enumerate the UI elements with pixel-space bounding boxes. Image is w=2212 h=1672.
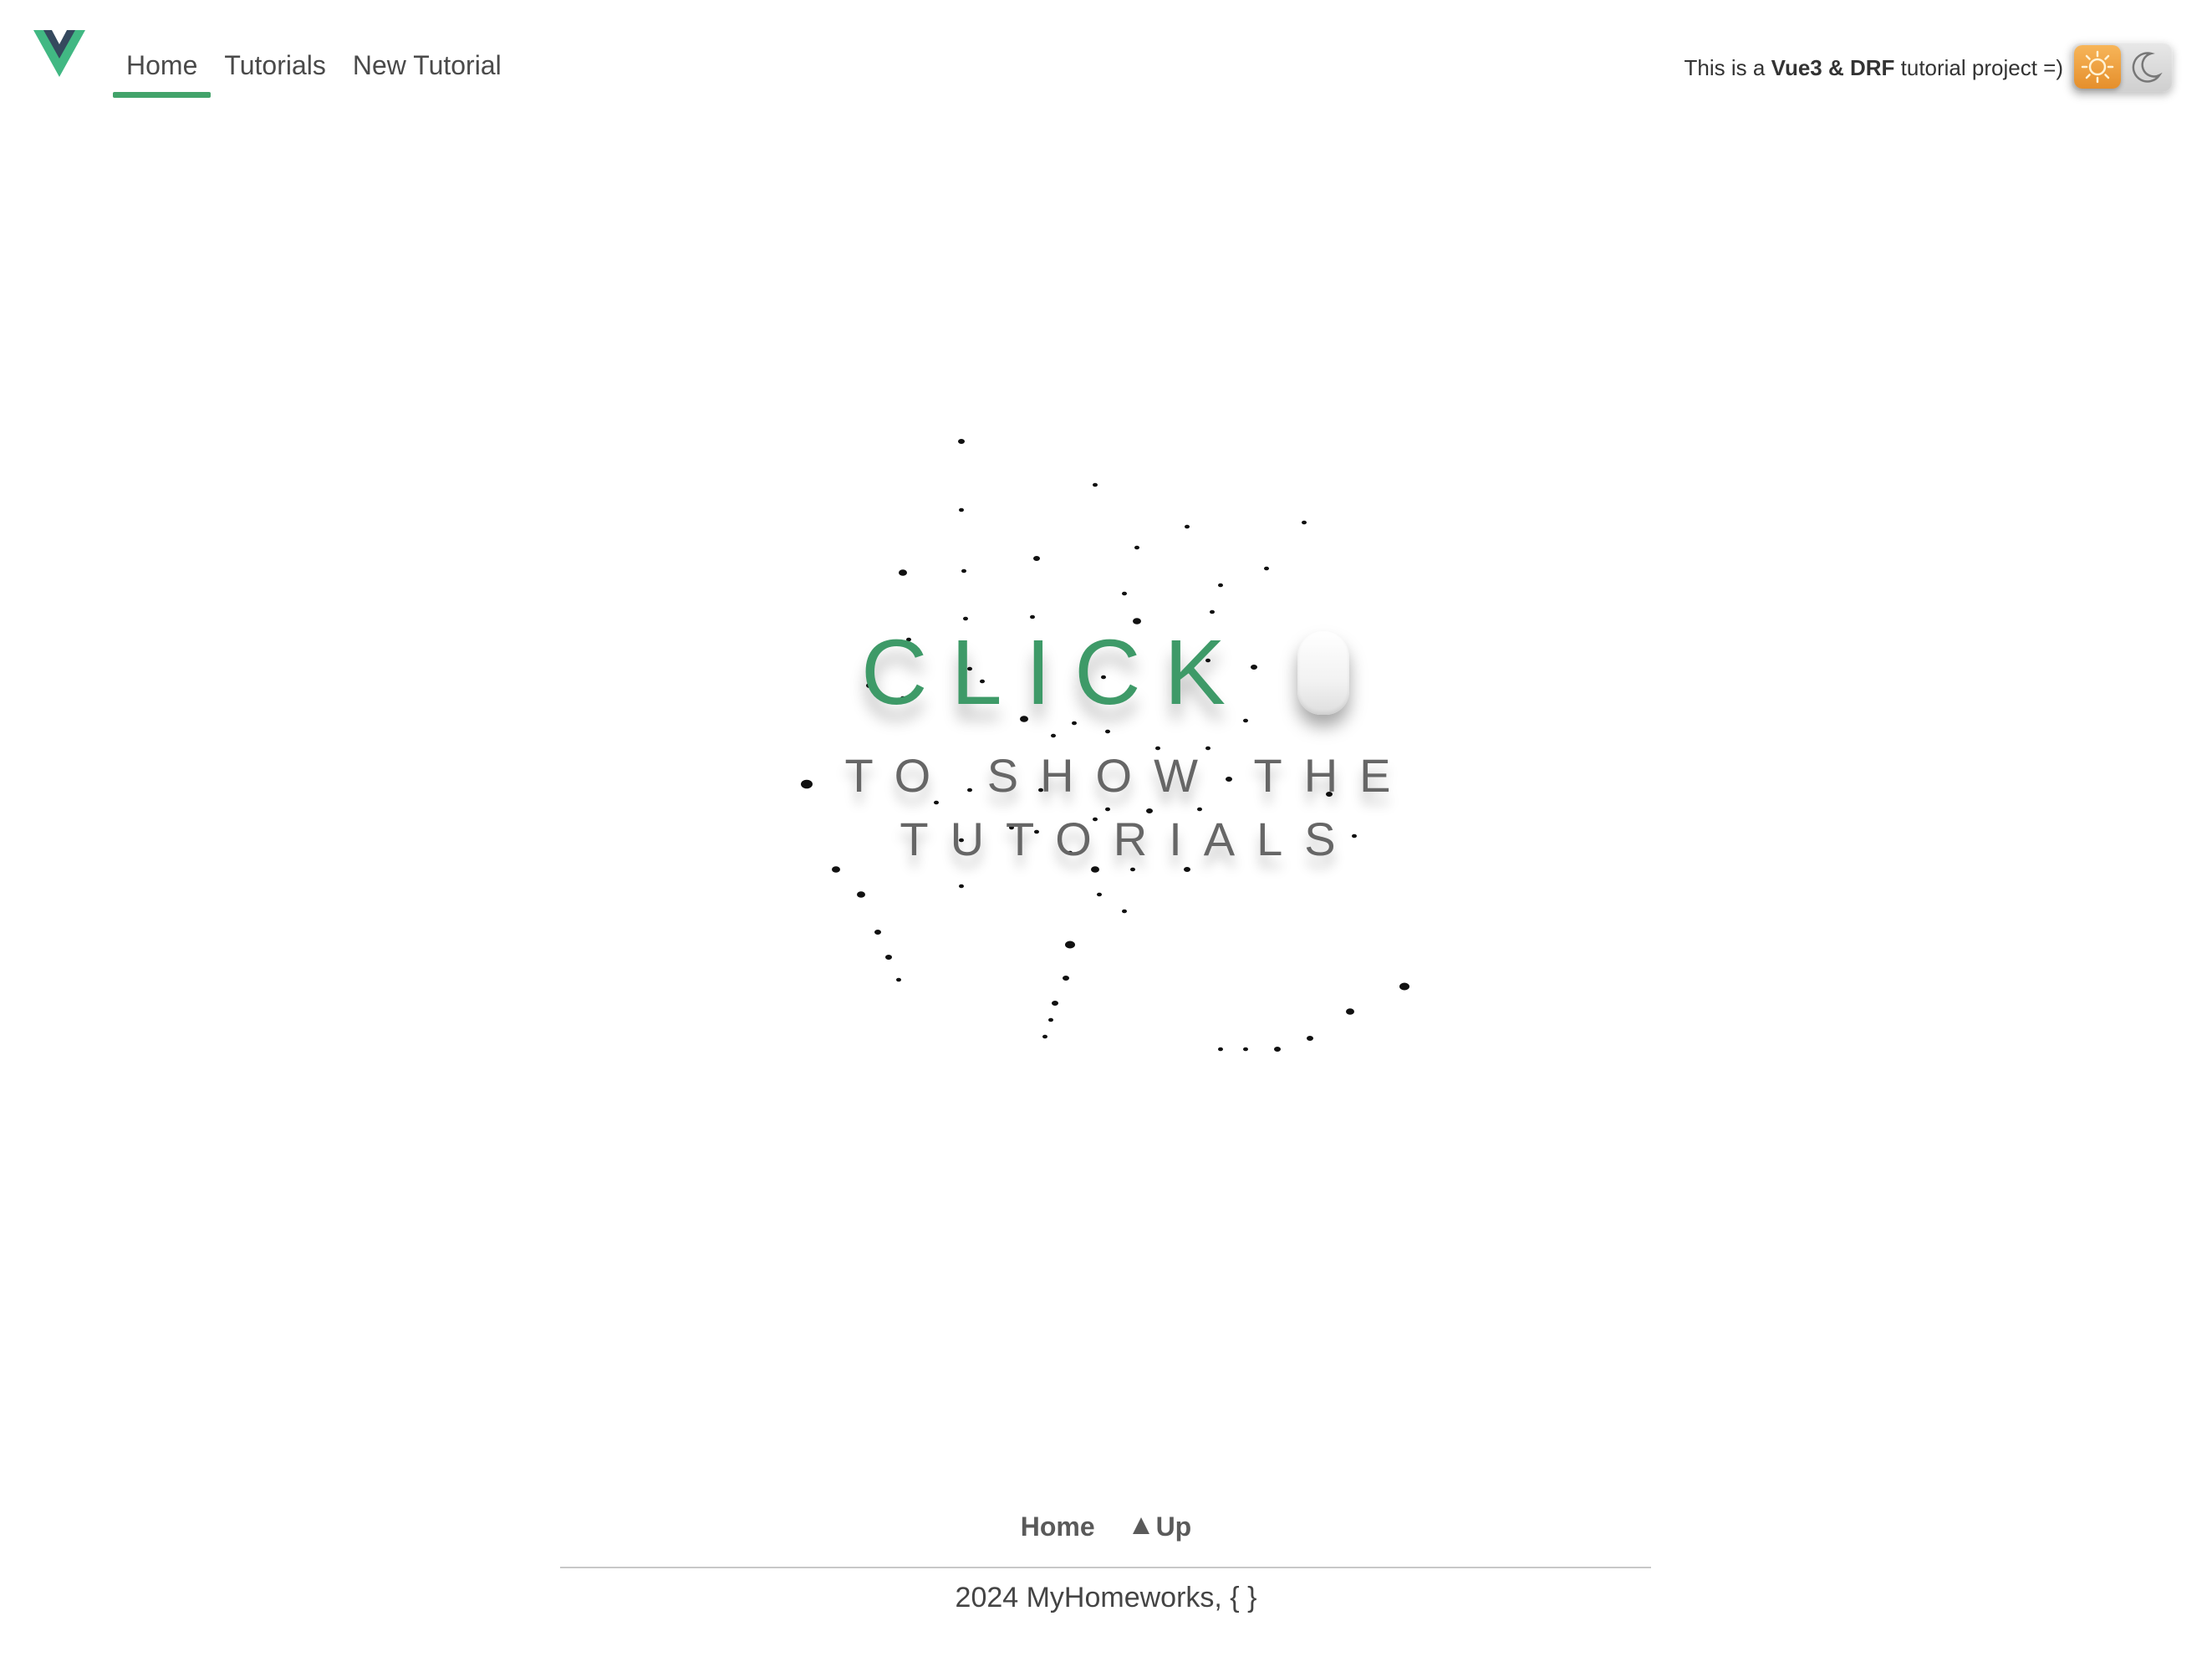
hero-subtitle-line1: TO SHOW THE bbox=[844, 749, 1413, 802]
header: Home Tutorials New Tutorial This is a Vu… bbox=[0, 0, 2212, 109]
particle-dot bbox=[885, 955, 892, 960]
nav-home[interactable]: Home bbox=[113, 43, 212, 98]
main-nav: Home Tutorials New Tutorial bbox=[113, 43, 515, 98]
particle-dot bbox=[1399, 982, 1409, 991]
particle-dot bbox=[1243, 1047, 1248, 1052]
tagline-bold: Vue3 & DRF bbox=[1771, 55, 1895, 80]
up-arrow-icon bbox=[1132, 1517, 1149, 1534]
particle-dot bbox=[1051, 733, 1056, 738]
theme-toggle[interactable] bbox=[2071, 42, 2173, 92]
particle-dot bbox=[1030, 614, 1035, 619]
particle-dot bbox=[1307, 1036, 1313, 1041]
particle-dot bbox=[1302, 520, 1307, 525]
click-to-show-button[interactable]: CLICK bbox=[861, 627, 1349, 719]
particle-dot bbox=[1130, 867, 1135, 872]
particle-dot bbox=[857, 891, 865, 898]
particle-dot bbox=[1197, 807, 1202, 812]
footer-up-label: Up bbox=[1155, 1511, 1192, 1542]
particle-dot bbox=[899, 569, 907, 576]
click-label: CLICK bbox=[861, 621, 1249, 724]
particle-dot bbox=[1184, 867, 1190, 872]
particle-dot bbox=[1346, 1008, 1354, 1015]
nav-new-tutorial[interactable]: New Tutorial bbox=[339, 43, 515, 98]
particle-dot bbox=[1093, 482, 1098, 487]
particle-dot bbox=[1105, 807, 1110, 812]
particle-dot bbox=[1185, 524, 1190, 529]
particle-dot bbox=[1065, 940, 1075, 949]
particle-dot bbox=[1218, 583, 1223, 588]
particle-dot bbox=[1042, 1034, 1047, 1039]
mouse-icon bbox=[1297, 631, 1349, 715]
particle-dot bbox=[959, 884, 964, 889]
sun-icon bbox=[2081, 50, 2114, 84]
particle-dot bbox=[896, 977, 901, 982]
tagline-suffix: tutorial project =) bbox=[1894, 55, 2063, 80]
particle-dot bbox=[1218, 1047, 1223, 1052]
vue-logo[interactable] bbox=[33, 30, 85, 80]
particle-dot bbox=[1264, 566, 1269, 571]
particle-dot bbox=[961, 568, 966, 573]
particle-dot bbox=[1091, 866, 1099, 873]
particle-dot bbox=[1210, 609, 1215, 614]
footer-links: Home Up bbox=[0, 1511, 2212, 1542]
nav-tutorials[interactable]: Tutorials bbox=[211, 43, 339, 98]
page: Home Tutorials New Tutorial This is a Vu… bbox=[0, 0, 2212, 1672]
hero-subtitle-line2: TUTORIALS bbox=[900, 813, 1358, 865]
hero-section: CLICK TO SHOW THE TUTORIALS bbox=[752, 418, 1505, 1053]
particle-dot bbox=[958, 439, 965, 444]
particle-dot bbox=[1097, 892, 1102, 897]
particle-dot bbox=[874, 930, 881, 935]
particle-dot bbox=[801, 779, 813, 789]
project-tagline: This is a Vue3 & DRF tutorial project =) bbox=[1684, 55, 2063, 81]
particle-dot bbox=[1134, 545, 1139, 550]
particle-dot bbox=[1048, 1017, 1053, 1022]
footer-up-link[interactable]: Up bbox=[1132, 1511, 1192, 1542]
tagline-prefix: This is a bbox=[1684, 55, 1771, 80]
particle-dot bbox=[959, 507, 964, 512]
footer-home-link[interactable]: Home bbox=[1021, 1511, 1095, 1542]
footer-divider bbox=[560, 1567, 1651, 1568]
particle-dot bbox=[1033, 556, 1040, 561]
particle-dot bbox=[1105, 729, 1110, 734]
particle-dots bbox=[801, 439, 1409, 1052]
particle-dot bbox=[1063, 976, 1069, 981]
copyright: 2024 MyHomeworks, { } bbox=[955, 1582, 1257, 1613]
moon-icon bbox=[2132, 52, 2163, 83]
particle-dot bbox=[1122, 591, 1127, 596]
particle-dot bbox=[1274, 1047, 1281, 1052]
particle-dot bbox=[832, 866, 840, 873]
particle-dot bbox=[1052, 1001, 1058, 1006]
particle-dot bbox=[963, 616, 968, 621]
particle-dot bbox=[1122, 909, 1127, 914]
